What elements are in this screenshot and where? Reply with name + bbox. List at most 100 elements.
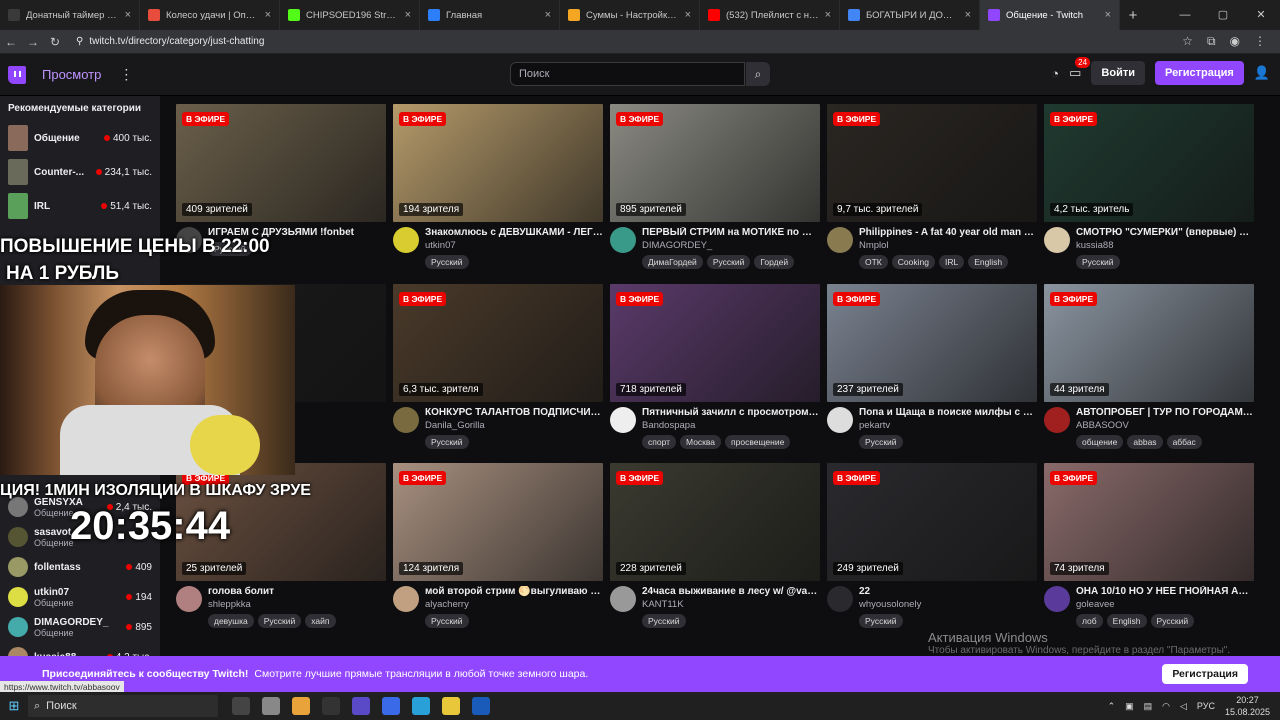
stream-card[interactable]: В ЭФИРЕ 895 зрителей ПЕРВЫЙ СТРИМ на МОТИК…	[610, 104, 820, 269]
wifi-icon[interactable]: ◠	[1162, 701, 1170, 712]
stream-thumbnail[interactable]: В ЭФИРЕ 249 зрителей	[827, 463, 1037, 581]
channel-name[interactable]: KANT11K	[642, 599, 820, 610]
task-view-icon[interactable]	[232, 697, 250, 715]
extensions-icon[interactable]: ⧉	[1207, 34, 1216, 49]
channel-avatar[interactable]	[176, 586, 202, 612]
tag[interactable]: abbas	[1127, 435, 1163, 449]
tag[interactable]: Русский	[642, 614, 686, 628]
sidebar-category[interactable]: IRL 51,4 тыс.	[0, 189, 160, 223]
stream-card[interactable]: В ЭФИРЕ 124 зрителя мой второй стрим 🌕выгу…	[393, 463, 603, 628]
tag[interactable]: Русский	[1076, 255, 1120, 269]
signup-button[interactable]: Регистрация	[1155, 61, 1244, 85]
banner-signup-button[interactable]: Регистрация	[1162, 664, 1248, 684]
sidebar-channel[interactable]: follentass 409	[0, 552, 160, 582]
tag[interactable]: English	[1106, 614, 1147, 628]
chrome-icon[interactable]	[292, 697, 310, 715]
stream-card[interactable]: В ЭФИРЕ 4,2 тыс. зритель СМОТРЮ "СУМЕРКИ" …	[1044, 104, 1254, 269]
stream-thumbnail[interactable]: В ЭФИРЕ 124 зрителя	[393, 463, 603, 581]
browser-tab[interactable]: Главная ×	[420, 0, 560, 30]
tag[interactable]: спорт	[642, 435, 677, 449]
clock[interactable]: 20:27 15.08.2025	[1225, 694, 1270, 718]
channel-avatar[interactable]	[610, 227, 636, 253]
minimize-icon[interactable]: —	[1166, 0, 1204, 30]
channel-avatar[interactable]	[1044, 586, 1070, 612]
sidebar-channel[interactable]: utkin07 Общение 194	[0, 582, 160, 612]
notifications-icon[interactable]: ▭ 24	[1069, 57, 1091, 81]
stream-thumbnail[interactable]: В ЭФИРЕ 6,3 тыс. зрителя	[393, 284, 603, 402]
stream-card[interactable]: В ЭФИРЕ 249 зрителей 22 whyousolonely Русски…	[827, 463, 1037, 628]
folder-icon[interactable]	[442, 697, 460, 715]
stream-title[interactable]: 22	[859, 586, 1037, 597]
tag[interactable]: Русский	[859, 614, 903, 628]
browser-tab[interactable]: Колесо удачи | Определ... ×	[140, 0, 280, 30]
tag[interactable]: девушка	[208, 614, 254, 628]
stream-title[interactable]: Пятничный зачилл с просмотром ви...	[642, 407, 820, 418]
channel-name[interactable]: Danila_Gorilla	[425, 420, 603, 431]
close-window-icon[interactable]: ✕	[1242, 0, 1280, 30]
bookmark-star-icon[interactable]: ☆	[1182, 34, 1193, 49]
login-button[interactable]: Войти	[1091, 61, 1145, 85]
tag[interactable]: IRL	[938, 255, 965, 269]
stream-title[interactable]: мой второй стрим 🌕выгуливаю кор...	[425, 586, 603, 597]
stream-title[interactable]: голова болит	[208, 586, 386, 597]
stream-card[interactable]: В ЭФИРЕ 9,7 тыс. зрителей Philippines - A …	[827, 104, 1037, 269]
tab-close-icon[interactable]: ×	[965, 9, 971, 21]
lang-indicator[interactable]: РУС	[1197, 701, 1215, 711]
channel-avatar[interactable]	[610, 407, 636, 433]
tab-close-icon[interactable]: ×	[125, 9, 131, 21]
tag[interactable]: Русский	[425, 255, 469, 269]
channel-name[interactable]: alyacherry	[425, 599, 603, 610]
tag[interactable]: Гордей	[754, 255, 795, 269]
tag[interactable]: ДимаГордей	[642, 255, 703, 269]
tab-close-icon[interactable]: ×	[685, 9, 691, 21]
channel-name[interactable]: utkin07	[425, 240, 603, 251]
more-icon[interactable]: ⋮	[119, 66, 133, 83]
sidebar-channel[interactable]: kussia884,2 тыс.	[0, 642, 160, 656]
telegram-icon[interactable]	[412, 697, 430, 715]
prime-icon[interactable]: ◔	[1051, 66, 1059, 81]
tag[interactable]: Русский	[706, 255, 751, 269]
stream-card[interactable]: В ЭФИРЕ 237 зрителей Попа и Щаща в поиске …	[827, 284, 1037, 449]
sidebar-category[interactable]: Общение 400 тыс.	[0, 121, 160, 155]
stream-title[interactable]: СМОТРЮ "СУМЕРКИ" (впервые) НА...	[1076, 227, 1254, 238]
stream-title[interactable]: Попа и Щаща в поиске милфы с @pl...	[859, 407, 1037, 418]
tag[interactable]: Русский	[257, 614, 302, 628]
stream-title[interactable]: 24часа выживание в лесу w/ @valyo...	[642, 586, 820, 597]
app-icon[interactable]	[352, 697, 370, 715]
stream-thumbnail[interactable]: В ЭФИРЕ 4,2 тыс. зритель	[1044, 104, 1254, 222]
tag[interactable]: Русский	[425, 614, 469, 628]
start-icon[interactable]: ⊞	[0, 698, 28, 714]
channel-avatar[interactable]	[827, 227, 853, 253]
channel-name[interactable]: Bandosрара	[642, 420, 820, 431]
channel-avatar[interactable]	[1044, 227, 1070, 253]
browser-tab[interactable]: (532) Плейлист с ночной... ×	[700, 0, 840, 30]
url-field[interactable]: ⚲ twitch.tv/directory/category/just-chat…	[76, 36, 1182, 47]
stream-thumbnail[interactable]: В ЭФИРЕ 718 зрителей	[610, 284, 820, 402]
tag[interactable]: Русский	[425, 435, 469, 449]
tab-close-icon[interactable]: ×	[405, 9, 411, 21]
browser-tab[interactable]: CHIPSOED196 Stream - W... ×	[280, 0, 420, 30]
channel-avatar[interactable]	[827, 407, 853, 433]
profile-icon[interactable]: ◉	[1230, 34, 1240, 49]
channel-avatar[interactable]	[610, 586, 636, 612]
stream-card[interactable]: В ЭФИРЕ 44 зрителя АВТОПРОБЕГ | ТУР ПО ГОР…	[1044, 284, 1254, 449]
site-info-icon[interactable]: ⚲	[76, 36, 83, 47]
stream-thumbnail[interactable]: В ЭФИРЕ 44 зрителя	[1044, 284, 1254, 402]
new-tab-button[interactable]: +	[1120, 7, 1146, 24]
stream-title[interactable]: Philippines - A fat 40 year old man ex..…	[859, 227, 1037, 238]
sidebar-channel[interactable]: DIMAGORDEY_ Общение 895	[0, 612, 160, 642]
stream-thumbnail[interactable]: В ЭФИРЕ 228 зрителей	[610, 463, 820, 581]
channel-name[interactable]: kussia88	[1076, 240, 1254, 251]
stream-title[interactable]: Знакомлюсь с ДЕВУШКАМИ - ЛЕГК...	[425, 227, 603, 238]
search-icon[interactable]: ⌕	[746, 62, 770, 86]
twitch-logo-icon[interactable]	[8, 65, 26, 84]
tray-chevron-icon[interactable]: ⌃	[1108, 701, 1116, 712]
stream-card[interactable]: В ЭФИРЕ 6,3 тыс. зрителя КОНКУРС ТАЛАНТОВ …	[393, 284, 603, 449]
tag[interactable]: Москва	[680, 435, 722, 449]
stream-title[interactable]: ПЕРВЫЙ СТРИМ на МОТИКЕ по МО...	[642, 227, 820, 238]
tab-close-icon[interactable]: ×	[825, 9, 831, 21]
stream-thumbnail[interactable]: В ЭФИРЕ 237 зрителей	[827, 284, 1037, 402]
stream-title[interactable]: КОНКУРС ТАЛАНТОВ ПОДПИСЧИК...	[425, 407, 603, 418]
menu-icon[interactable]: ⋮	[1254, 34, 1266, 49]
browse-link[interactable]: Просмотр	[42, 67, 101, 82]
